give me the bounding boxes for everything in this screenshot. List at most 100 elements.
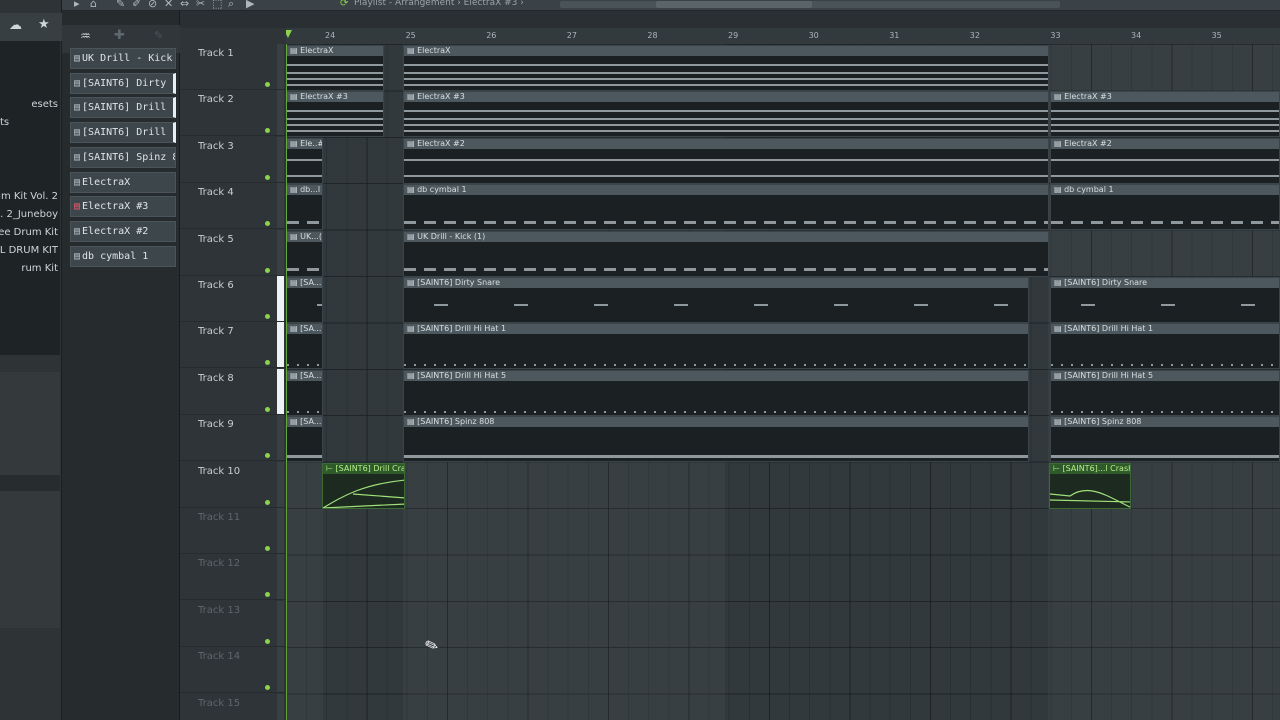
pattern-clip[interactable]: ▤ ElectraX #2 bbox=[1050, 137, 1280, 184]
track-header[interactable]: Track 6 bbox=[180, 276, 286, 322]
pattern-clip[interactable]: ▤ [SA...re bbox=[286, 277, 323, 323]
pattern-clip[interactable]: ▤ ElectraX bbox=[286, 45, 384, 91]
pattern-clip[interactable]: ▤ [SAINT6] Spinz 808 bbox=[403, 416, 1029, 463]
delete-icon[interactable]: ⊘ bbox=[148, 0, 157, 10]
pattern-clip[interactable]: ▤ ElectraX bbox=[403, 45, 1049, 91]
track-grip[interactable] bbox=[277, 461, 284, 507]
browser-item[interactable]: esets bbox=[31, 99, 58, 110]
track-mute-led[interactable] bbox=[265, 406, 270, 412]
pattern-clip[interactable]: ▤ UK Drill - Kick (1) bbox=[403, 230, 1049, 277]
pattern-item[interactable]: ▤[SAINT6] Dirty Snare bbox=[70, 72, 176, 94]
pattern-clip[interactable]: ▤ [SAINT6] Drill Hi Hat 5 bbox=[403, 369, 1029, 416]
scrollbar-thumb[interactable] bbox=[656, 1, 812, 8]
pattern-item[interactable]: ▤ ElectraX #3 bbox=[70, 196, 176, 218]
cloud-icon[interactable]: ☁ bbox=[9, 18, 22, 33]
track-header[interactable]: Track 2 bbox=[180, 90, 286, 137]
mute-icon[interactable]: ✕ bbox=[164, 0, 173, 10]
pattern-clip[interactable]: ▤ [SAINT6] Spinz 808 bbox=[1050, 416, 1280, 463]
pattern-item[interactable]: ▤[SAINT6] Drill Hi Hat 5 bbox=[70, 122, 176, 144]
play-icon[interactable]: ▶ bbox=[246, 0, 254, 10]
pattern-clip[interactable]: ▤ UK...(1) bbox=[286, 230, 323, 277]
browser-item[interactable]: ts bbox=[0, 117, 9, 128]
track-mute-led[interactable] bbox=[265, 499, 270, 505]
pattern-clip[interactable]: ▤ [SAINT6] Drill Hi Hat 5 bbox=[1050, 369, 1280, 416]
track-header[interactable]: Track 11 bbox=[180, 508, 286, 554]
browser-item[interactable]: rum Kit Vol. 2 bbox=[0, 191, 58, 202]
edit-icon[interactable]: ✎ bbox=[154, 29, 163, 42]
pattern-item[interactable]: ▤ ElectraX #2 bbox=[70, 220, 176, 242]
track-grip[interactable] bbox=[277, 183, 284, 229]
home-icon[interactable]: ⌂ bbox=[90, 0, 97, 10]
track-mute-led[interactable] bbox=[265, 546, 270, 551]
pattern-clip[interactable]: ▤ db cymbal 1 bbox=[1050, 184, 1280, 231]
track-header[interactable]: Track 10 bbox=[180, 461, 286, 508]
pattern-item[interactable]: ▤[SAINT6] Drill Hi Hat 1 bbox=[70, 97, 176, 119]
pattern-clip[interactable]: ▤ [SAINT6] Drill Hi Hat 1 bbox=[1050, 323, 1280, 370]
pattern-item[interactable]: ▤[SAINT6] Spinz 808 bbox=[70, 146, 176, 168]
pattern-item[interactable]: ▤ db cymbal 1 bbox=[70, 245, 176, 267]
pattern-clip[interactable]: ▤ ElectraX #3 bbox=[1050, 91, 1280, 138]
select-icon[interactable]: ⬚ bbox=[212, 0, 222, 10]
pattern-clip[interactable]: ▤ db...l 1 bbox=[286, 184, 323, 231]
track-mute-led[interactable] bbox=[265, 221, 270, 227]
pencil-icon[interactable]: ✎ bbox=[116, 0, 125, 10]
track-grip[interactable] bbox=[277, 600, 284, 646]
track-grip[interactable] bbox=[277, 415, 284, 461]
pattern-clip[interactable]: ▤ ElectraX #2 bbox=[403, 137, 1049, 184]
piano-icon[interactable]: ♒ bbox=[80, 29, 91, 43]
browser-item[interactable]: ee Drum Kit bbox=[0, 227, 58, 238]
track-grip[interactable] bbox=[277, 693, 284, 720]
track-header[interactable]: Track 7 bbox=[180, 322, 286, 369]
star-icon[interactable]: ★ bbox=[38, 17, 50, 32]
pattern-clip[interactable]: ▤ Ele..#2 bbox=[286, 137, 323, 184]
track-mute-led[interactable] bbox=[265, 267, 270, 273]
track-header[interactable]: Track 13 bbox=[180, 600, 286, 647]
browser-item[interactable]: ol. 2_Juneboy bbox=[0, 209, 58, 220]
pattern-clip[interactable]: ▤ [SAINT6] Dirty Snare bbox=[403, 277, 1029, 323]
track-mute-led[interactable] bbox=[265, 453, 270, 459]
track-header[interactable]: Track 3 bbox=[180, 136, 286, 183]
paint-icon[interactable]: ✐ bbox=[132, 0, 141, 10]
track-mute-led[interactable] bbox=[265, 360, 270, 366]
track-grip[interactable] bbox=[277, 322, 284, 368]
track-grip[interactable] bbox=[277, 508, 284, 553]
browser-item[interactable]: ILL DRUM KIT bbox=[0, 245, 58, 256]
pattern-clip[interactable]: ▤ ElectraX #3 bbox=[403, 91, 1049, 138]
pattern-clip[interactable]: ▤ [SAINT6] Drill Hi Hat 1 bbox=[403, 323, 1029, 370]
audio-clip[interactable]: ⊢ [SAINT6] Drill Crash bbox=[322, 462, 405, 509]
track-grip[interactable] bbox=[277, 647, 284, 693]
playhead[interactable] bbox=[286, 44, 287, 720]
pattern-clip[interactable]: ▤ ElectraX #3 bbox=[286, 91, 384, 138]
track-header[interactable]: Track 5 bbox=[180, 229, 286, 276]
zoom-icon[interactable]: ⌕ bbox=[228, 0, 234, 10]
track-grip[interactable] bbox=[277, 90, 284, 136]
track-grip[interactable] bbox=[277, 276, 284, 321]
track-mute-led[interactable] bbox=[265, 128, 270, 134]
browser-item[interactable]: rum Kit bbox=[21, 263, 58, 274]
pattern-clip[interactable]: ▤ [SA...08 bbox=[286, 416, 323, 463]
track-mute-led[interactable] bbox=[265, 314, 270, 319]
track-header[interactable]: Track 15 bbox=[180, 693, 286, 720]
track-header[interactable]: Track 9 bbox=[180, 415, 286, 462]
add-icon[interactable]: ✚ bbox=[114, 28, 125, 43]
track-grip[interactable] bbox=[277, 136, 284, 182]
track-mute-led[interactable] bbox=[265, 82, 270, 87]
track-header[interactable]: Track 1 bbox=[180, 44, 286, 90]
track-grip[interactable] bbox=[277, 229, 284, 275]
pattern-clip[interactable]: ▤ [SAINT6] Dirty Snare bbox=[1050, 277, 1280, 323]
track-grip[interactable] bbox=[277, 368, 284, 414]
track-mute-led[interactable] bbox=[265, 174, 270, 180]
pattern-clip[interactable]: ▤ db cymbal 1 bbox=[403, 184, 1049, 231]
slip-icon[interactable]: ⇔ bbox=[180, 0, 189, 10]
audio-clip[interactable]: ⊢ [SAINT6]...l Crash #3 bbox=[1049, 462, 1131, 509]
track-header[interactable]: Track 14 bbox=[180, 647, 286, 694]
track-mute-led[interactable] bbox=[265, 638, 270, 644]
browser-divider[interactable] bbox=[0, 475, 60, 491]
track-grip[interactable] bbox=[277, 44, 284, 89]
track-header[interactable]: Track 12 bbox=[180, 554, 286, 601]
track-mute-led[interactable] bbox=[265, 685, 270, 691]
pattern-clip[interactable]: ▤ [SA...t 5 bbox=[286, 369, 323, 416]
pattern-item[interactable]: ▤ ElectraX bbox=[70, 171, 176, 193]
pattern-item[interactable]: ▤UK Drill - Kick (1) bbox=[70, 48, 176, 69]
track-header[interactable]: Track 8 bbox=[180, 368, 286, 415]
